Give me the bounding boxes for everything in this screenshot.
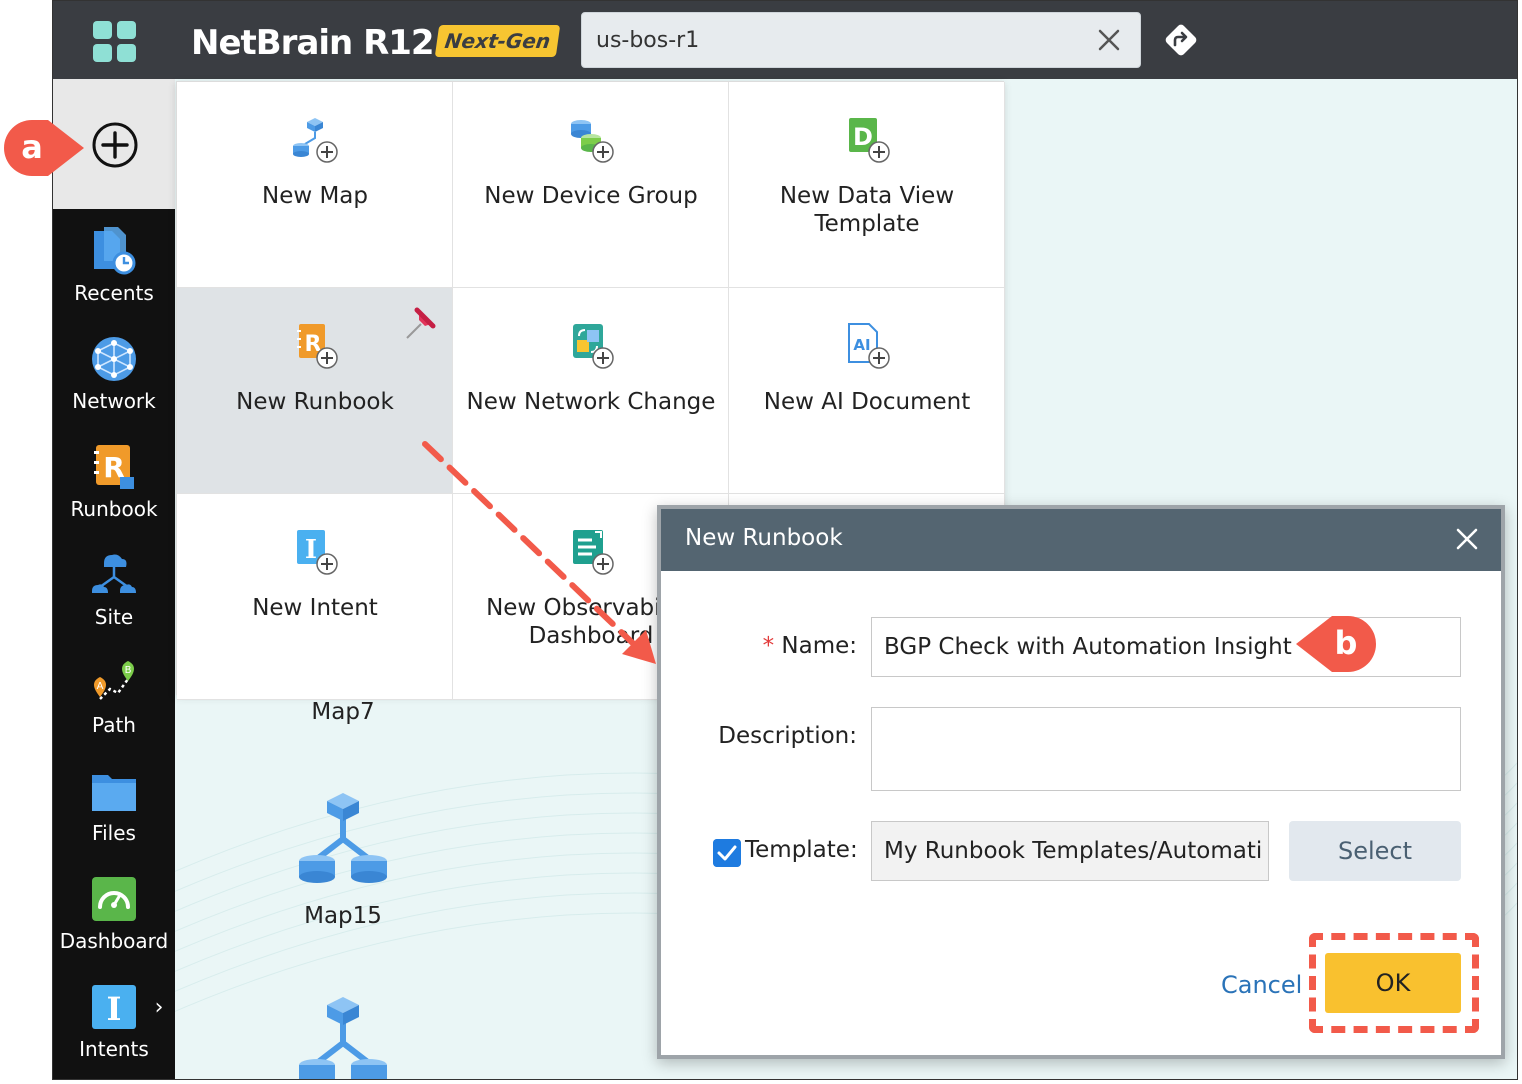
name-label-text: Name: (781, 633, 857, 659)
chevron-right-icon[interactable]: › (151, 995, 167, 1020)
new-runbook-tile[interactable]: R New Runbook (177, 288, 453, 494)
svg-text:A: A (97, 681, 104, 692)
sidebar-item-label: Network (72, 389, 156, 413)
new-network-change-tile[interactable]: New Network Change (453, 288, 729, 494)
sidebar-item-label: Recents (74, 281, 154, 305)
new-device-group-tile[interactable]: New Device Group (453, 82, 729, 288)
map-item[interactable]: Map7 (273, 699, 413, 725)
map-item[interactable]: Map15 (273, 787, 413, 929)
sidebar-item-label: Intents (79, 1037, 149, 1061)
new-observability-dashboard-icon (573, 530, 614, 575)
dialog-header: New Runbook (661, 509, 1501, 571)
callout-a: a (2, 118, 86, 178)
intents-icon: I (92, 985, 136, 1029)
runbook-icon: R (94, 445, 134, 489)
sidebar-item-network[interactable]: Network (53, 329, 175, 429)
tile-label: New Intent (252, 595, 378, 621)
close-icon[interactable] (1094, 25, 1124, 55)
dashboard-icon (92, 877, 136, 921)
new-map-tile[interactable]: New Map (177, 82, 453, 288)
callout-b-label: b (1334, 624, 1358, 662)
sidebar-item-files[interactable]: Files (53, 761, 175, 861)
new-map-icon (293, 118, 338, 163)
top-bar: NetBrain R12 Next-Gen (53, 1, 1517, 79)
apps-grid-icon[interactable] (93, 21, 137, 63)
sidebar-item-site[interactable]: Site (53, 545, 175, 645)
tile-label: New Device Group (484, 183, 698, 209)
new-ai-document-tile[interactable]: AI New AI Document (729, 288, 1005, 494)
svg-text:I: I (305, 535, 317, 565)
search-box (581, 12, 1141, 68)
sidebar-item-label: Dashboard (59, 929, 169, 953)
sidebar-item-intents[interactable]: I › Intents (53, 977, 175, 1077)
name-label: * Name: (701, 633, 857, 659)
new-ai-document-icon: AI (848, 323, 890, 369)
sidebar-item-label: Files (92, 821, 136, 845)
edition-badge: Next-Gen (434, 25, 561, 57)
new-runbook-icon: R (297, 324, 338, 369)
map-icon (299, 793, 387, 883)
ok-highlight-frame (1309, 933, 1479, 1033)
new-data-view-template-tile[interactable]: D New Data View Template (729, 82, 1005, 288)
add-circle-icon[interactable] (91, 121, 139, 169)
app-window: NetBrain R12 Next-Gen us-bos-r1 Recents … (52, 0, 1518, 1080)
sidebar-item-dashboard[interactable]: Dashboard (53, 869, 175, 969)
new-intent-icon: I (297, 530, 338, 575)
recents-icon (94, 227, 136, 275)
network-icon (92, 337, 136, 381)
new-data-view-template-icon: D (849, 118, 890, 163)
required-mark: * (762, 633, 775, 659)
new-intent-tile[interactable]: I New Intent (177, 494, 453, 700)
site-icon (92, 554, 136, 593)
cancel-button[interactable]: Cancel (1221, 971, 1302, 999)
sidebar: Recents Network R Runbook Site A B Path … (53, 79, 175, 1079)
select-button[interactable]: Select (1289, 821, 1461, 881)
map-label: Map7 (311, 699, 375, 725)
template-field[interactable]: My Runbook Templates/Automati (871, 821, 1269, 881)
new-network-change-icon (573, 324, 614, 369)
close-icon[interactable] (1453, 525, 1481, 553)
template-checkbox[interactable] (713, 839, 741, 867)
description-field[interactable] (871, 707, 1461, 791)
sidebar-item-label: Path (92, 713, 136, 737)
search-input[interactable] (596, 23, 1076, 57)
callout-a-label: a (21, 128, 43, 166)
svg-text:I: I (107, 990, 122, 1028)
dialog-title: New Runbook (685, 525, 843, 551)
sidebar-item-label: Site (94, 605, 134, 629)
tile-label: New Runbook (236, 389, 394, 415)
template-label: Template: (745, 837, 858, 863)
files-icon (92, 775, 136, 811)
map-item[interactable] (273, 991, 413, 1079)
sidebar-item-recents[interactable]: Recents (53, 221, 175, 321)
new-device-group-icon (571, 120, 614, 163)
directions-icon[interactable] (1161, 20, 1201, 60)
new-runbook-dialog: New Runbook * Name: Description: Templat… (657, 505, 1505, 1059)
tile-label: New AI Document (763, 389, 971, 415)
map-label: Map15 (304, 903, 382, 929)
tile-label: New Map (261, 183, 368, 209)
tile-label: New Network Change (466, 389, 716, 415)
description-label: Description: (718, 723, 857, 749)
svg-text:AI: AI (853, 336, 870, 354)
sidebar-item-label: Runbook (70, 497, 158, 521)
map-icon (299, 997, 387, 1079)
sidebar-item-runbook[interactable]: R Runbook (53, 437, 175, 537)
pin-icon[interactable] (403, 306, 437, 342)
callout-b: b (1294, 614, 1378, 674)
tile-label: New Data View Template (779, 183, 955, 237)
svg-text:B: B (125, 665, 132, 676)
sidebar-item-path[interactable]: A B Path (53, 653, 175, 753)
path-icon: A B (94, 661, 134, 700)
app-logo: NetBrain R12 (191, 23, 435, 63)
